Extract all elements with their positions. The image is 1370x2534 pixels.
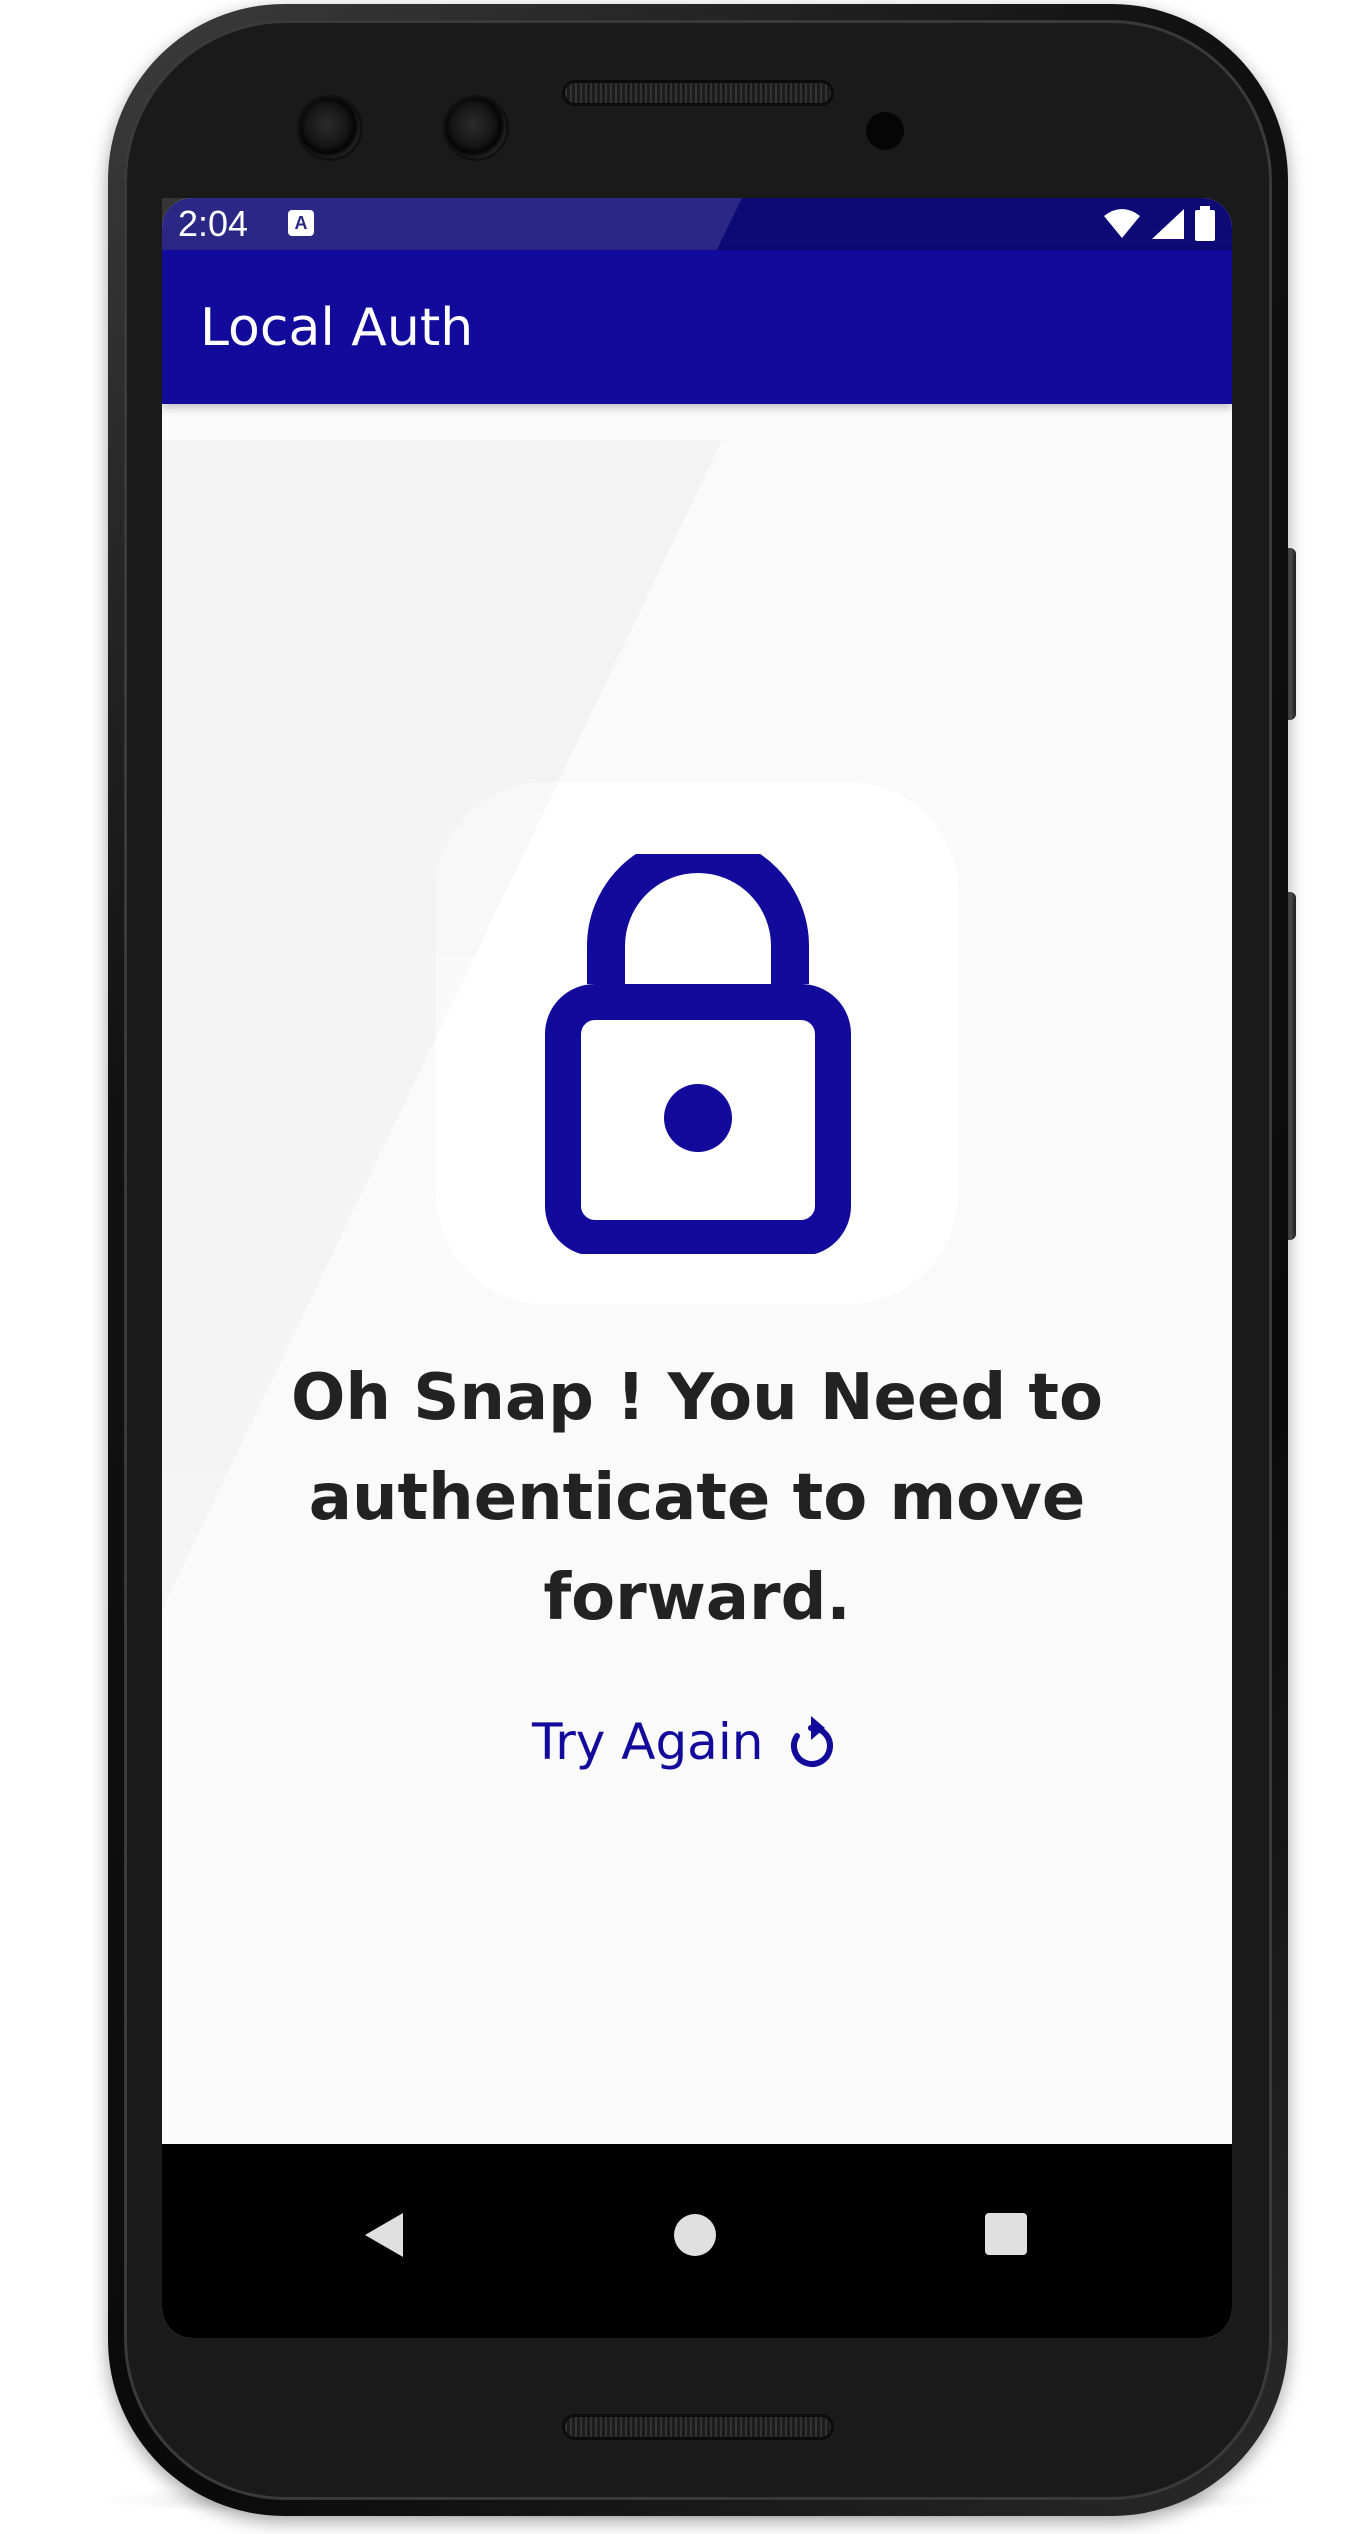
status-bar: 2:04 A: [162, 198, 1232, 250]
lock-icon: [545, 854, 851, 1254]
wifi-icon: [1104, 209, 1140, 238]
earpiece-speaker: [562, 80, 834, 106]
status-icons: [1102, 204, 1216, 244]
back-button[interactable]: [365, 2213, 403, 2257]
device-frame-stage: 2:04 A Local Auth Oh Snap ! You Need to …: [0, 0, 1370, 2534]
bottom-speaker: [562, 2414, 834, 2440]
proximity-sensor: [866, 112, 904, 150]
front-camera-secondary-icon: [446, 98, 506, 158]
auth-message: Oh Snap ! You Need to authenticate to mo…: [291, 1361, 1103, 1635]
home-button[interactable]: [674, 2214, 716, 2256]
battery-icon: [1195, 206, 1215, 241]
try-again-button[interactable]: Try Again: [532, 1702, 837, 1782]
try-again-label: Try Again: [532, 1713, 764, 1771]
a-icon: A: [288, 210, 314, 236]
front-camera-icon: [300, 98, 360, 158]
refresh-icon: [791, 1716, 834, 1767]
navigation-bar: [162, 2144, 1232, 2338]
recents-button[interactable]: [985, 2213, 1027, 2255]
signal-icon: [1152, 209, 1184, 239]
app-title: Local Auth: [200, 298, 474, 358]
status-time: 2:04: [178, 203, 249, 244]
phone-screen: 2:04 A Local Auth Oh Snap ! You Need to …: [162, 198, 1232, 2338]
app-bar: Local Auth: [162, 250, 1232, 404]
